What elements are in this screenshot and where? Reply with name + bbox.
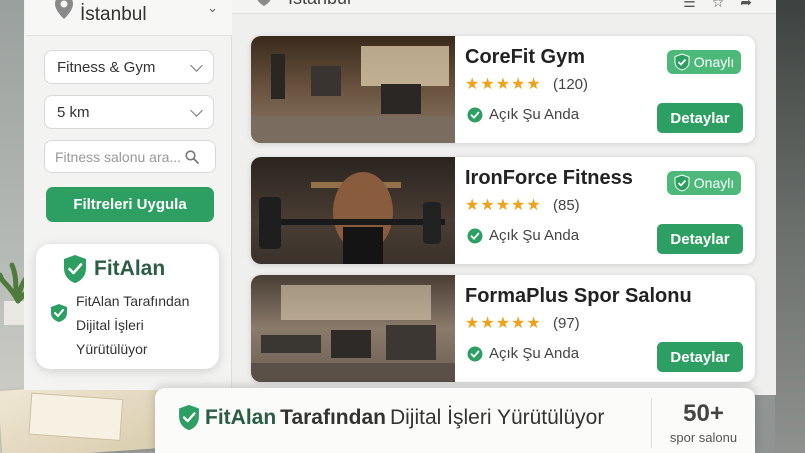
open-status: Açık Şu Anda [467,345,579,362]
banner-brand: FitAlan [205,405,277,429]
brand-logo: FitAlan [62,254,165,284]
shield-check-icon [179,404,199,431]
papers-decoration [0,378,178,453]
check-shield-icon [51,304,67,322]
location-selector[interactable]: İstanbul ⌄ [26,0,232,36]
check-circle-icon [467,346,483,361]
shield-check-icon [674,53,690,71]
rating-stars: ★★★★★ [465,315,542,332]
topbar-city: İstanbul [288,0,351,9]
background-right [775,0,805,453]
bottom-banner: FitAlan Tarafından Dijital İşleri Yürütü… [155,388,755,453]
rating-stars: ★★★★★ [465,197,542,214]
banner-title-mid: Tarafından [280,405,386,429]
review-count: (97) [553,315,580,332]
gym-count-stat: 50+ spor salonu [651,398,755,448]
details-button[interactable]: Detaylar [657,224,743,254]
distance-select[interactable]: 5 km [44,95,214,129]
distance-value: 5 km [57,103,90,121]
topbar-actions: ☰ ☆ ➦ [683,0,752,11]
chevron-down-icon [190,58,203,72]
brand-description: FitAlan Tarafından Dijital İşleri Yürütü… [76,293,190,357]
category-select[interactable]: Fitness & Gym [44,50,214,84]
chevron-down-icon: ⌄ [207,0,218,15]
shield-check-icon [64,255,86,283]
gym-card[interactable]: FormaPlus Spor Salonu ★★★★★ (97) Açık Şu… [251,275,755,382]
gym-photo [251,36,455,143]
shield-check-icon [674,174,690,192]
gym-name: CoreFit Gym [465,46,586,68]
details-button[interactable]: Detaylar [657,103,743,133]
category-value: Fitness & Gym [57,58,156,76]
open-status-text: Açık Şu Anda [489,345,580,362]
results-topbar: İstanbul ☰ ☆ ➦ [232,0,776,14]
verified-badge: Onaylı [667,50,741,74]
banner-title-rest: Dijital İşleri Yürütülüyor [389,405,605,429]
brand-name: FitAlan [94,257,166,280]
verified-badge-label: Onaylı [693,54,735,70]
gym-name: IronForce Fitness [465,167,633,189]
check-circle-icon [467,228,483,243]
details-button[interactable]: Detaylar [657,342,743,372]
rating-stars: ★★★★★ [465,76,542,93]
search-icon [185,149,199,164]
menu-icon[interactable]: ☰ [683,0,696,11]
apply-filters-button[interactable]: Filtreleri Uygula [46,187,214,222]
chevron-down-icon [190,103,203,117]
location-pin-icon [257,0,271,6]
star-icon[interactable]: ☆ [712,0,725,11]
gym-card[interactable]: IronForce Fitness ★★★★★ (85) Açık Şu And… [251,157,755,264]
review-count: (85) [553,197,580,214]
brand-card: FitAlan FitAlan Tarafından Dijital İşler… [36,244,219,369]
gym-count-label: spor salonu [669,430,738,445]
gym-name: FormaPlus Spor Salonu [465,285,692,307]
open-status: Açık Şu Anda [467,227,579,244]
check-circle-icon [467,107,483,122]
verified-badge: Onaylı [667,171,741,195]
review-count: (120) [553,76,589,93]
gym-card[interactable]: CoreFit Gym ★★★★★ (120) Açık Şu Anda Ona… [251,36,755,143]
search-field[interactable] [44,140,216,173]
gym-photo [251,157,455,264]
gym-photo [251,275,455,382]
banner-title: FitAlan Tarafından Dijital İşleri Yürütü… [177,404,604,431]
share-icon[interactable]: ➦ [740,0,752,11]
open-status-text: Açık Şu Anda [489,227,580,244]
verified-badge-label: Onaylı [693,175,735,191]
open-status: Açık Şu Anda [467,106,579,123]
search-input[interactable] [55,148,185,165]
location-pin-icon [55,0,73,19]
open-status-text: Açık Şu Anda [489,106,580,123]
location-city: İstanbul [80,3,147,25]
gym-count-number: 50+ [683,400,724,427]
